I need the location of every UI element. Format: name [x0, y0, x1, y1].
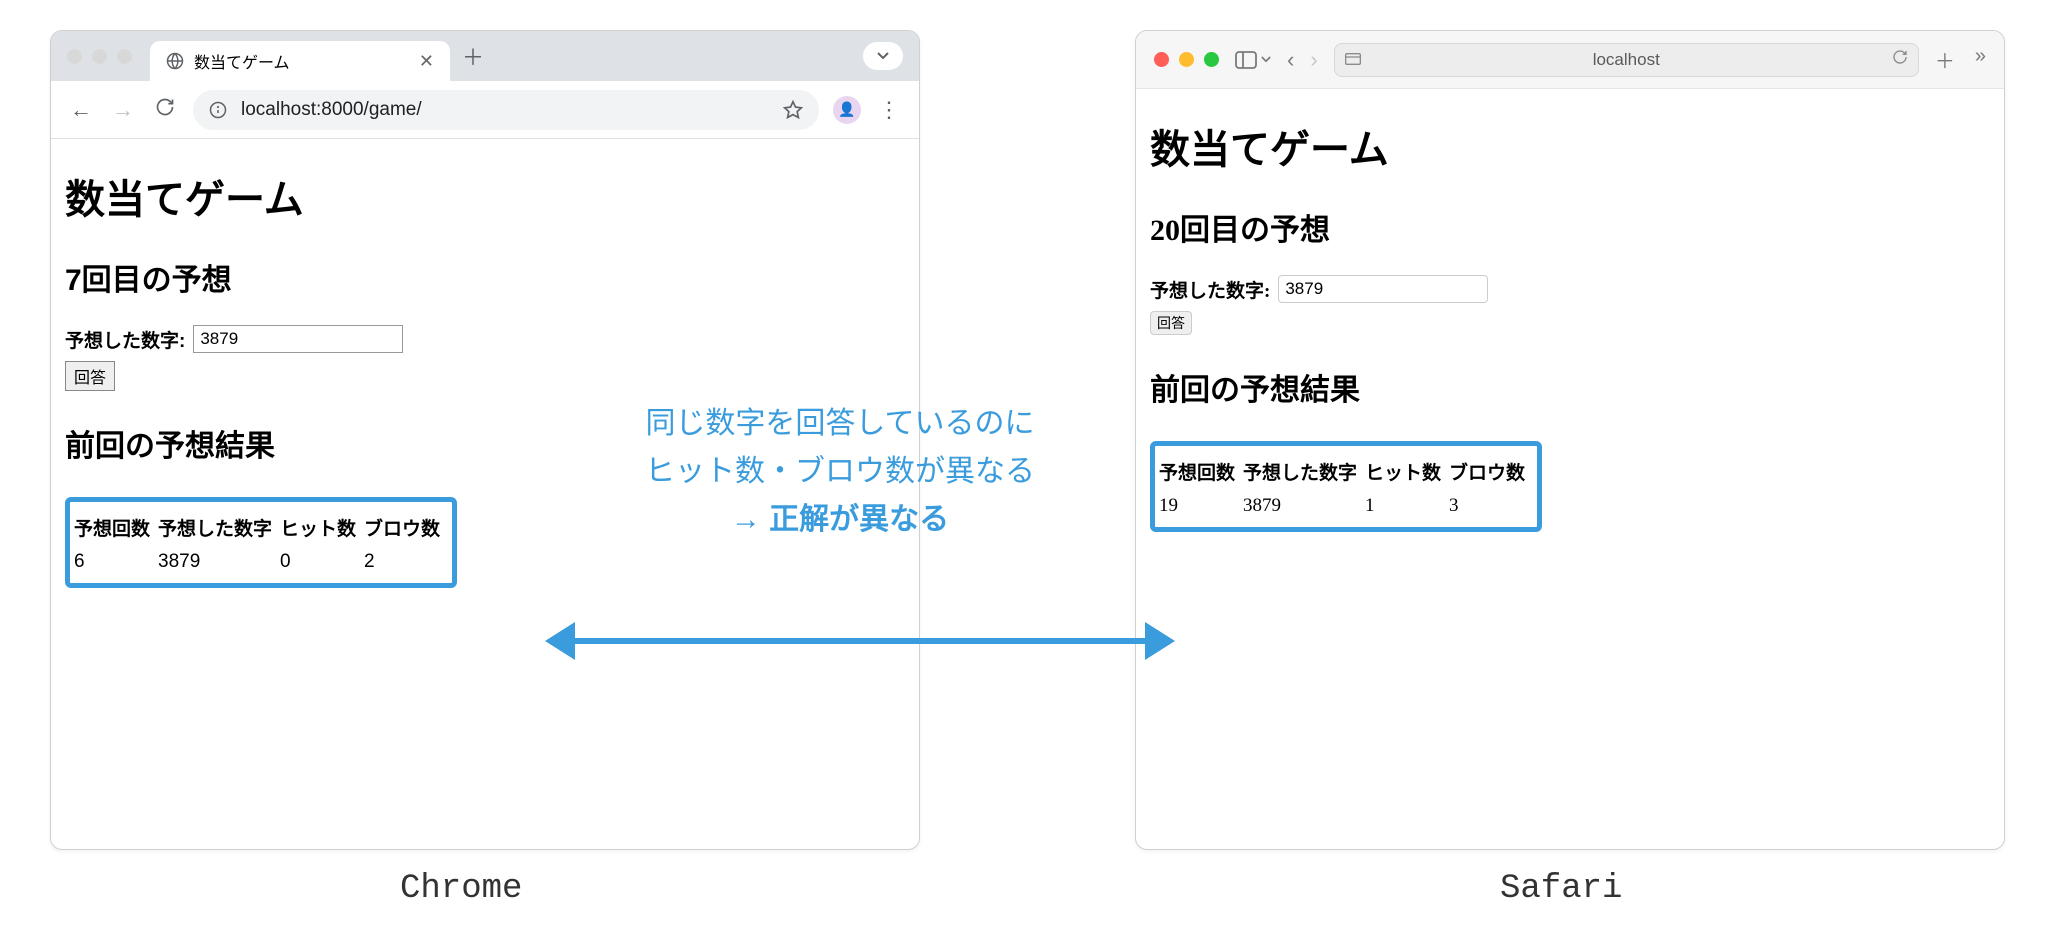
- reload-icon: [155, 97, 175, 117]
- tabs-overview-button[interactable]: »: [1975, 45, 1986, 74]
- minimize-window-button[interactable]: [1179, 52, 1194, 67]
- table-row: 6 3879 0 2: [74, 543, 448, 581]
- guess-input[interactable]: [193, 325, 403, 353]
- close-window-button[interactable]: [1154, 52, 1169, 67]
- th-guess: 予想した数字: [158, 512, 280, 543]
- td-count: 19: [1159, 487, 1243, 525]
- result-highlight-box: 予想回数 予想した数字 ヒット数 ブロウ数 19 3879 1 3: [1150, 441, 1542, 532]
- safari-toolbar-right: ＋ »: [1935, 45, 1986, 74]
- guess-input-label: 予想した数字:: [65, 326, 185, 353]
- annotation-arrow-prefix: →: [731, 503, 769, 536]
- guess-input-label: 予想した数字:: [1150, 276, 1270, 303]
- annotation-text: 同じ数字を回答しているのに ヒット数・ブロウ数が異なる → 正解が異なる: [560, 400, 1120, 544]
- profile-avatar-icon: 👤: [838, 101, 855, 118]
- result-table: 予想回数 予想した数字 ヒット数 ブロウ数 6 3879 0 2: [74, 512, 448, 581]
- th-guess: 予想した数字: [1243, 456, 1365, 487]
- guess-form-row: 予想した数字:: [65, 325, 905, 353]
- td-hit: 0: [280, 543, 364, 581]
- td-count: 6: [74, 543, 158, 581]
- th-blow: ブロウ数: [1449, 456, 1533, 487]
- forward-button[interactable]: ›: [1310, 47, 1317, 73]
- annotation-line2: ヒット数・ブロウ数が異なる: [560, 448, 1120, 496]
- safari-page-content: 数当てゲーム 20回目の予想 予想した数字: 回答 前回の予想結果 予想回数 予…: [1136, 89, 2004, 551]
- comparison-arrow-line: [570, 638, 1150, 644]
- page-title: 数当てゲーム: [1150, 117, 1990, 175]
- tabs-dropdown-button[interactable]: [863, 42, 903, 70]
- td-guess: 3879: [158, 543, 280, 581]
- guess-heading: 7回目の予想: [65, 255, 905, 299]
- reload-button[interactable]: [1892, 49, 1908, 70]
- guess-heading: 20回目の予想: [1150, 205, 1990, 249]
- chevron-down-icon: [877, 52, 889, 60]
- reload-icon: [1892, 49, 1908, 65]
- safari-label: Safari: [1500, 870, 1622, 908]
- site-settings-icon[interactable]: [1345, 50, 1361, 70]
- reload-button[interactable]: [151, 97, 179, 123]
- guess-input[interactable]: [1278, 275, 1488, 303]
- chrome-label: Chrome: [400, 870, 522, 908]
- annotation-conclusion: 正解が異なる: [769, 503, 949, 536]
- chrome-toolbar: ← → localhost:8000/game/ 👤 ⋮: [51, 81, 919, 139]
- close-tab-icon[interactable]: ✕: [419, 51, 434, 72]
- new-tab-button[interactable]: ＋: [1935, 45, 1955, 74]
- submit-button[interactable]: 回答: [65, 361, 115, 391]
- guess-form-row: 予想した数字:: [1150, 275, 1990, 303]
- browser-tab[interactable]: 数当てゲーム ✕: [150, 41, 450, 81]
- th-hit: ヒット数: [280, 512, 364, 543]
- annotation-line3: → 正解が異なる: [560, 496, 1120, 544]
- result-heading: 前回の予想結果: [1150, 365, 1990, 409]
- globe-icon: [166, 52, 184, 70]
- new-tab-button[interactable]: ＋: [462, 40, 484, 72]
- forward-button[interactable]: →: [109, 97, 137, 123]
- td-guess: 3879: [1243, 487, 1365, 525]
- table-header-row: 予想回数 予想した数字 ヒット数 ブロウ数: [1159, 456, 1533, 487]
- sidebar-icon: [1235, 51, 1257, 69]
- th-hit: ヒット数: [1365, 456, 1449, 487]
- result-table: 予想回数 予想した数字 ヒット数 ブロウ数 19 3879 1 3: [1159, 456, 1533, 525]
- submit-button[interactable]: 回答: [1150, 311, 1192, 335]
- menu-button[interactable]: ⋮: [875, 97, 903, 123]
- url-text: localhost:8000/game/: [241, 99, 422, 121]
- address-bar[interactable]: localhost:8000/game/: [193, 90, 819, 130]
- td-hit: 1: [1365, 487, 1449, 525]
- minimize-window-button[interactable]: [92, 49, 107, 64]
- safari-browser-window: ‹ › localhost ＋ » 数当てゲーム 20回目の予想 予想した数字:…: [1135, 30, 2005, 850]
- address-bar[interactable]: localhost: [1334, 43, 1919, 77]
- maximize-window-button[interactable]: [117, 49, 132, 64]
- chrome-tab-bar: 数当てゲーム ✕ ＋: [51, 31, 919, 81]
- safari-toolbar: ‹ › localhost ＋ »: [1136, 31, 2004, 89]
- chevron-down-icon: [1261, 56, 1271, 63]
- annotation-line1: 同じ数字を回答しているのに: [560, 400, 1120, 448]
- traffic-lights: [67, 49, 132, 64]
- table-header-row: 予想回数 予想した数字 ヒット数 ブロウ数: [74, 512, 448, 543]
- maximize-window-button[interactable]: [1204, 52, 1219, 67]
- th-count: 予想回数: [1159, 456, 1243, 487]
- back-button[interactable]: ‹: [1287, 47, 1294, 73]
- traffic-lights: [1154, 52, 1219, 67]
- th-blow: ブロウ数: [364, 512, 448, 543]
- close-window-button[interactable]: [67, 49, 82, 64]
- table-row: 19 3879 1 3: [1159, 487, 1533, 525]
- profile-button[interactable]: 👤: [833, 96, 861, 124]
- arrow-head-right-icon: [1145, 622, 1175, 660]
- tab-title: 数当てゲーム: [194, 49, 290, 73]
- info-icon[interactable]: [209, 101, 227, 119]
- sidebar-toggle-button[interactable]: [1235, 51, 1271, 69]
- result-highlight-box: 予想回数 予想した数字 ヒット数 ブロウ数 6 3879 0 2: [65, 497, 457, 588]
- td-blow: 2: [364, 543, 448, 581]
- th-count: 予想回数: [74, 512, 158, 543]
- url-text: localhost: [1593, 50, 1660, 70]
- page-title: 数当てゲーム: [65, 167, 905, 225]
- bookmark-star-icon[interactable]: [783, 100, 803, 120]
- back-button[interactable]: ←: [67, 97, 95, 123]
- td-blow: 3: [1449, 487, 1533, 525]
